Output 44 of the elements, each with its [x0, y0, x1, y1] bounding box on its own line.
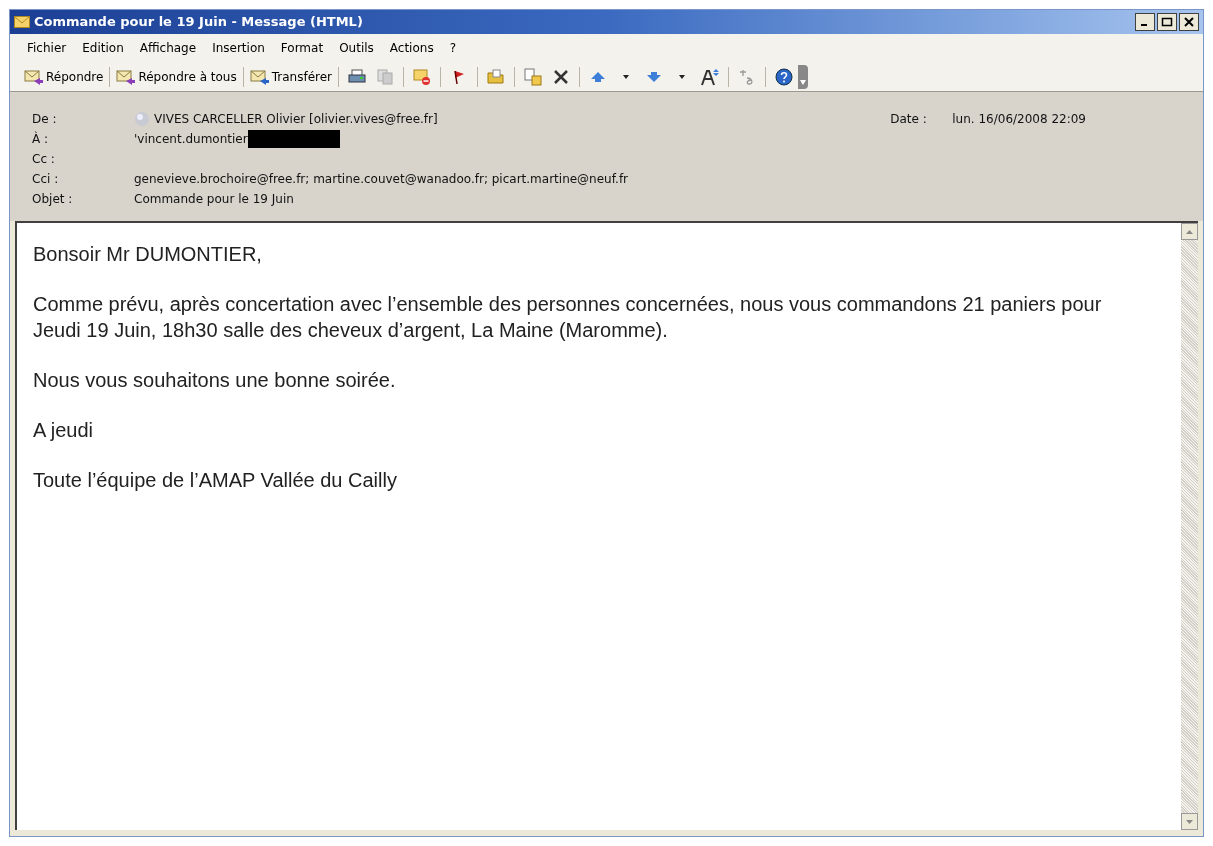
down-arrow-icon	[1186, 819, 1193, 824]
field-label: Cc :	[32, 151, 56, 168]
toolbar-button[interactable]: Transférer	[247, 67, 335, 86]
paragraph: Bonsoir Mr DUMONTIER,	[33, 242, 263, 267]
paragraph: Toute l’équipe de l’AMAP Vallée du Cailly	[33, 468, 398, 493]
menu-item[interactable]: Affichage	[134, 39, 202, 57]
field-value: VIVES CARCELLER Olivier [olivier.vives@free.fr]	[154, 111, 438, 128]
minimize-icon	[1140, 24, 1147, 26]
field-label: Objet :	[32, 191, 74, 208]
scroll-down-button[interactable]	[1181, 813, 1198, 830]
menu-item[interactable]: Fichier	[22, 39, 72, 57]
paragraph: A jeudi	[33, 418, 95, 443]
field-value: genevieve.brochoire@free.fr; martine.couvet@wanadoo.fr; picart.martine@neuf.fr	[134, 171, 629, 188]
envelope-arrow-icon	[116, 67, 137, 86]
field-value: Commande pour le 19 Juin	[134, 191, 294, 208]
field-value: lun. 16/06/2008 22:09	[952, 111, 1086, 128]
menu-item[interactable]: Insertion	[207, 39, 270, 57]
close-icon	[1183, 17, 1195, 27]
maximize-button[interactable]	[1157, 13, 1177, 31]
menu-item[interactable]: Outils	[334, 39, 379, 57]
menu-item[interactable]: Actions	[384, 39, 439, 57]
envelope-icon	[14, 16, 30, 28]
close-button[interactable]	[1179, 13, 1199, 31]
field-label: Cci :	[32, 171, 60, 188]
field-label: À :	[32, 130, 50, 148]
menu-item[interactable]: Format	[275, 39, 329, 57]
envelope-arrow-icon	[24, 67, 44, 86]
caret-icon	[800, 79, 807, 85]
field-label: De :	[32, 111, 58, 128]
envelope-arrow-icon	[249, 67, 270, 86]
field-value: 'vincent.dumontier	[134, 131, 248, 148]
paragraph: Comme prévu, après concertation avec l’ensemble des personnes concernées, nous vous commandons 21 paniers pour Jeudi 19 Juin, 18h30 salle des cheveux d’argent, La Maine (Maromme).	[33, 292, 1103, 343]
toolbar-button[interactable]: Répondre à tous	[114, 67, 239, 86]
menu-item[interactable]: Edition	[77, 39, 129, 57]
contact-status-icon	[134, 111, 150, 127]
toolbar-button[interactable]: Répondre	[22, 67, 106, 86]
up-arrow-icon	[1186, 229, 1193, 234]
field-label: Date :	[890, 111, 928, 128]
minimize-button[interactable]	[1135, 13, 1155, 31]
window-title: Commande pour le 19 Juin - Message (HTML)	[34, 13, 363, 32]
scroll-up-button[interactable]	[1181, 223, 1198, 240]
menu-item[interactable]: ?	[444, 39, 462, 57]
paragraph: Nous vous souhaitons une bonne soirée.	[33, 368, 397, 393]
maximize-icon	[1161, 17, 1173, 27]
